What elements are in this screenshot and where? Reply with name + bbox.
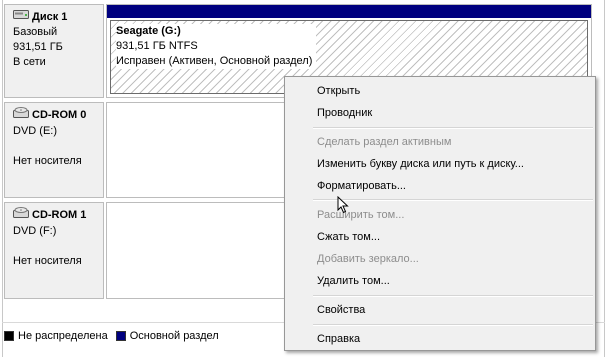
menu-separator [313, 295, 593, 297]
disk-1-type: Базовый [13, 26, 58, 38]
partition-status: Исправен (Активен, Основной раздел) [116, 55, 313, 67]
partition-info: Seagate (G:) 931,51 ГБ NTFS Исправен (Ак… [116, 24, 317, 69]
legend: Не распределена Основной раздел [4, 325, 304, 347]
menu-separator [313, 127, 593, 129]
menu-open[interactable]: Открыть [287, 80, 593, 102]
unallocated-swatch [4, 331, 14, 341]
cdrom-0-status: Нет носителя [13, 155, 82, 167]
menu-mark-active[interactable]: Сделать раздел активным [287, 131, 593, 153]
cdrom-0-drive: DVD (E:) [13, 125, 57, 137]
legend-unallocated: Не распределена [18, 330, 108, 342]
context-menu: Открыть Проводник Сделать раздел активны… [284, 76, 596, 351]
cd-drive-icon [13, 107, 29, 124]
menu-separator [313, 199, 593, 201]
menu-add-mirror[interactable]: Добавить зеркало... [287, 248, 593, 270]
menu-separator [313, 324, 593, 326]
legend-primary: Основной раздел [129, 330, 219, 342]
cdrom-1-title: CD-ROM 1 [32, 209, 87, 221]
menu-help[interactable]: Справка [287, 328, 593, 350]
disk-1-title-row: Диск 1 [13, 9, 103, 25]
cdrom-1-spacer [13, 239, 103, 254]
partition-name: Seagate (G:) [116, 25, 181, 37]
cd-drive-icon [13, 207, 29, 224]
menu-change-letter[interactable]: Изменить букву диска или путь к диску... [287, 153, 593, 175]
menu-extend[interactable]: Расширить том... [287, 204, 593, 226]
menu-properties[interactable]: Свойства [287, 299, 593, 321]
cdrom-0-title: CD-ROM 0 [32, 109, 87, 121]
primary-swatch [115, 331, 126, 341]
pane-left-border [2, 0, 3, 357]
cdrom-1-status: Нет носителя [13, 255, 82, 267]
partition-size: 931,51 ГБ NTFS [116, 40, 198, 52]
menu-delete[interactable]: Удалить том... [287, 270, 593, 292]
cdrom-0-label[interactable]: CD-ROM 0 DVD (E:) Нет носителя [4, 102, 104, 198]
hard-disk-icon [13, 9, 29, 25]
menu-shrink[interactable]: Сжать том... [287, 226, 593, 248]
disk-1-status: В сети [13, 56, 46, 68]
mouse-pointer-icon [337, 195, 349, 217]
cdrom-0-spacer [13, 139, 103, 154]
disk-1-size: 931,51 ГБ [13, 41, 63, 53]
pane-right-border [604, 0, 605, 357]
cdrom-0-title-row: CD-ROM 0 [13, 107, 103, 124]
menu-format[interactable]: Форматировать... [287, 175, 593, 197]
cdrom-1-title-row: CD-ROM 1 [13, 207, 103, 224]
disk-1-title: Диск 1 [32, 10, 68, 23]
cdrom-1-label[interactable]: CD-ROM 1 DVD (F:) Нет носителя [4, 202, 104, 299]
menu-explorer[interactable]: Проводник [287, 102, 593, 124]
primary-partition-bar [107, 5, 591, 18]
disk-1-label[interactable]: Диск 1 Базовый 931,51 ГБ В сети [4, 4, 104, 98]
cdrom-1-drive: DVD (F:) [13, 225, 57, 237]
